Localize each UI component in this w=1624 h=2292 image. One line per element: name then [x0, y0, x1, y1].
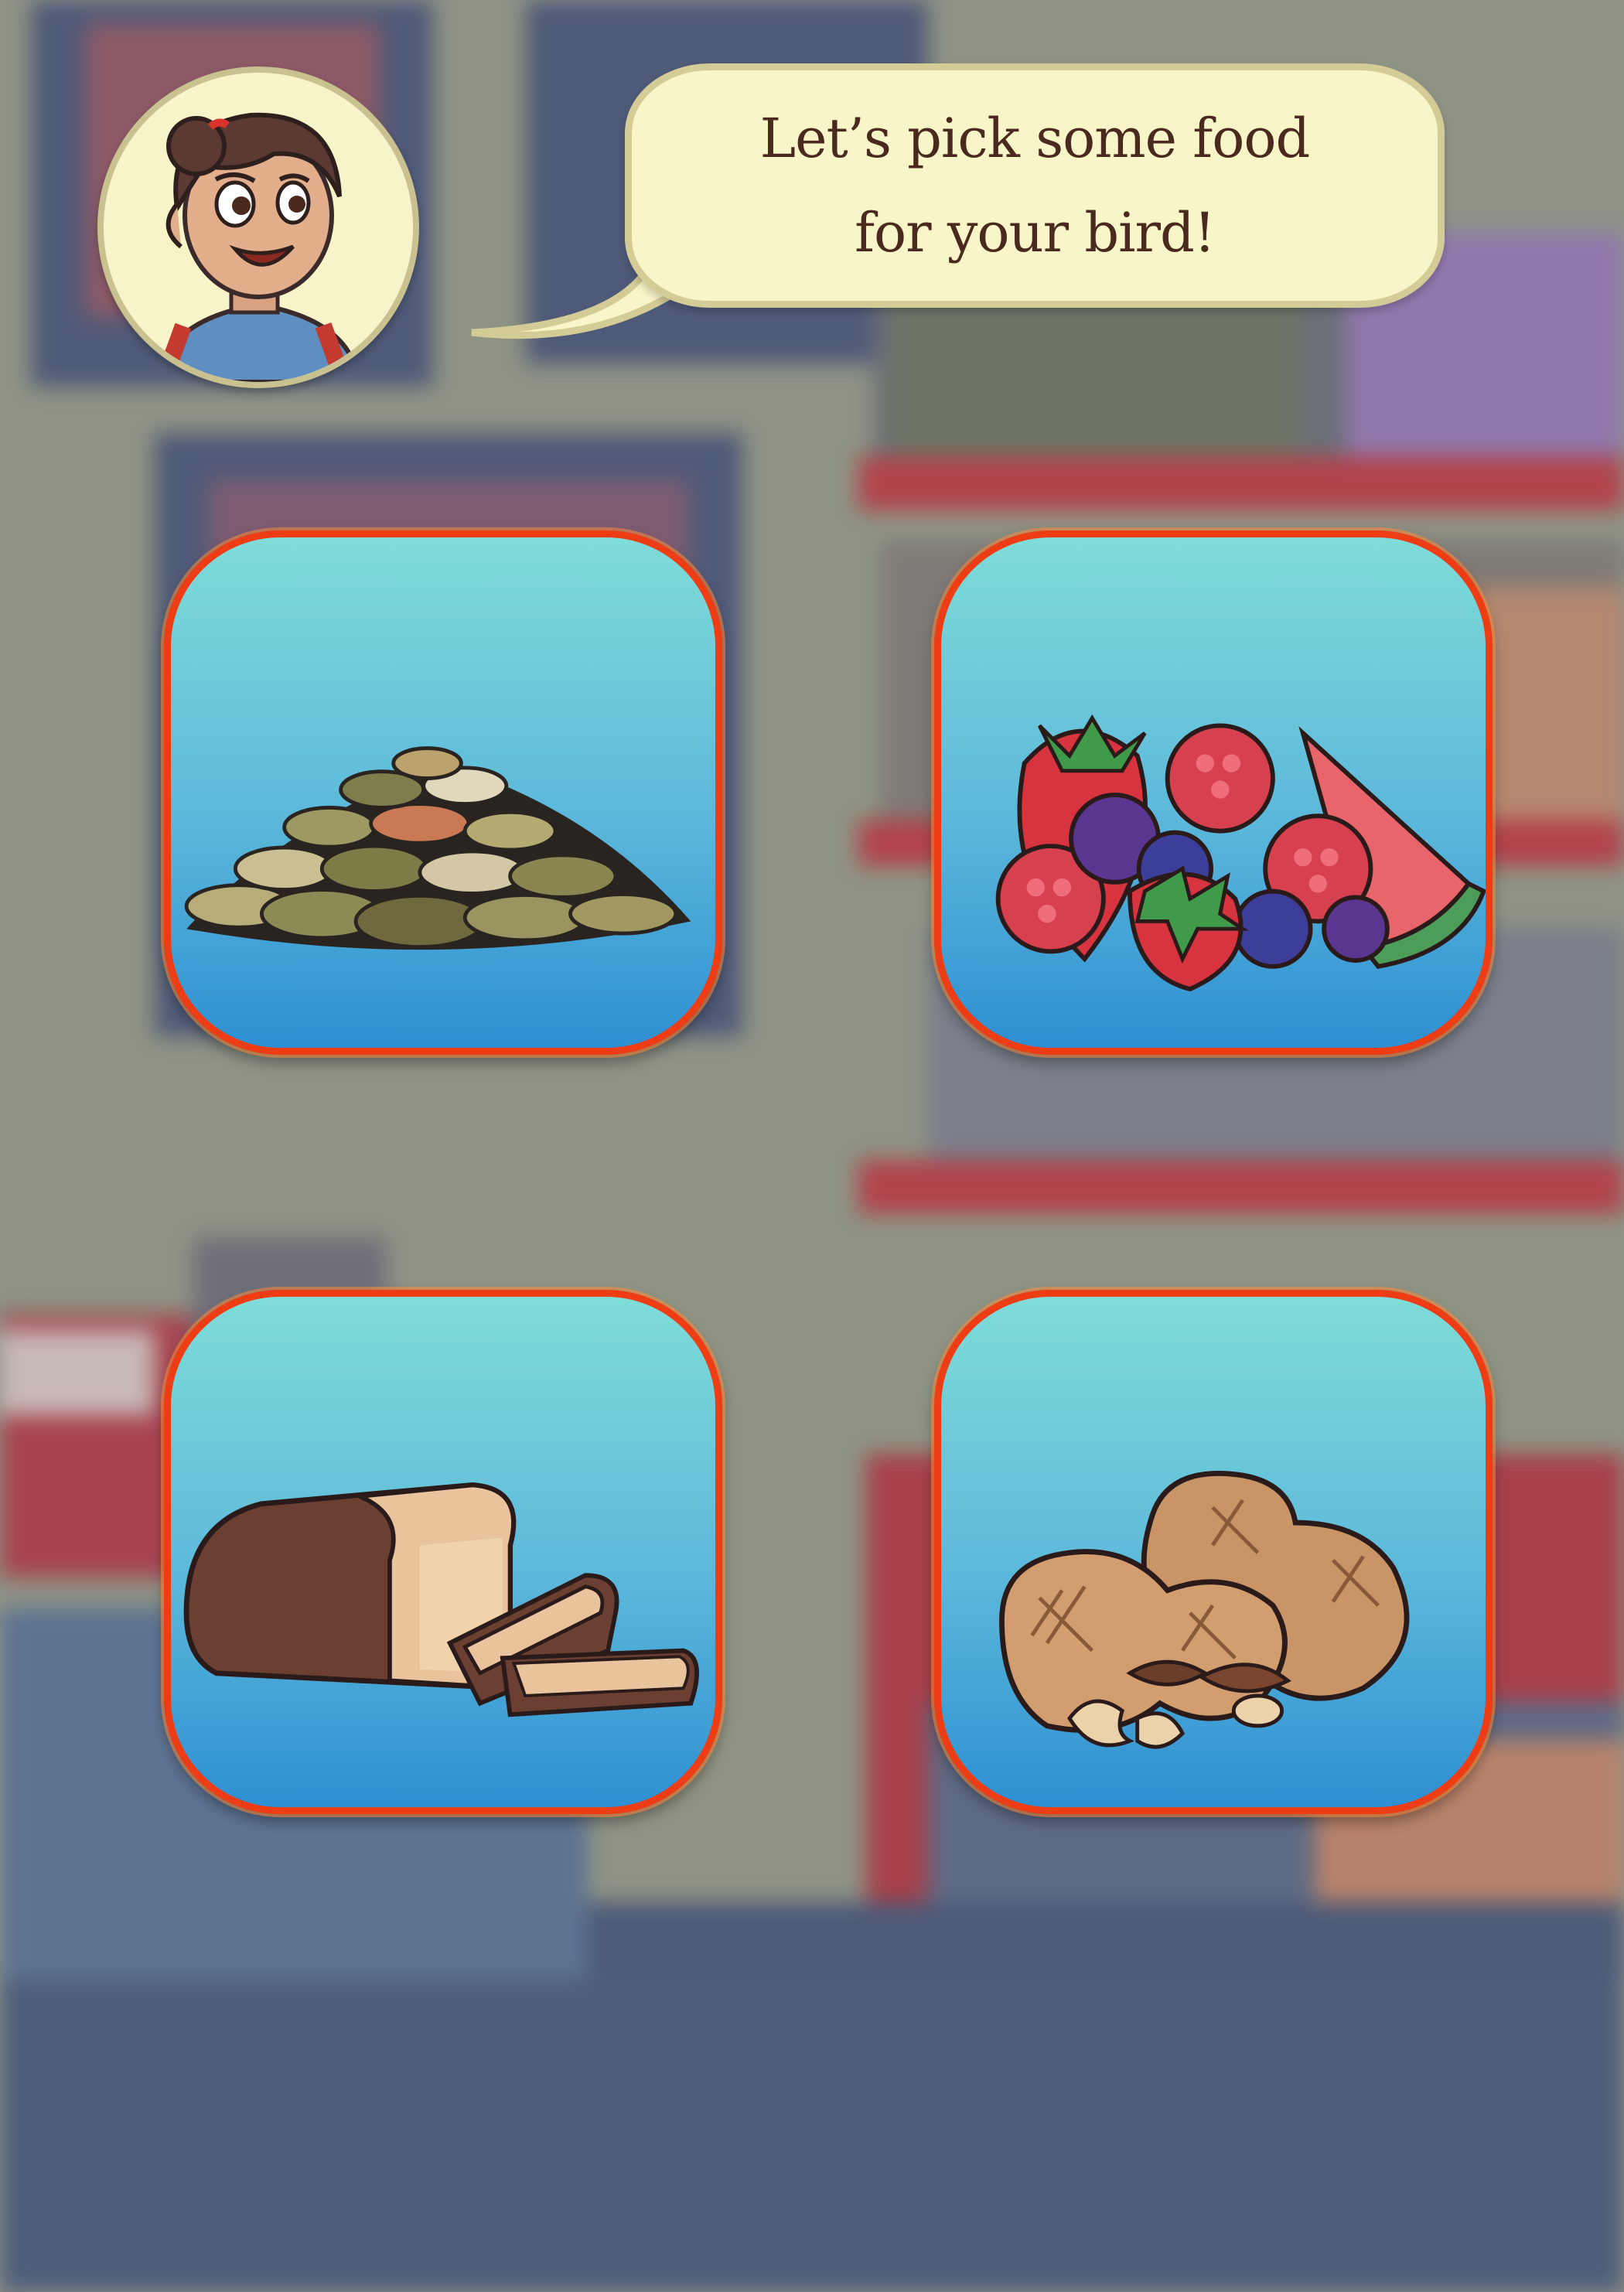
food-option-fruit[interactable]	[934, 530, 1493, 1055]
speech-bubble: Let’s pick some food for your bird!	[625, 63, 1445, 308]
seed-pile-icon	[184, 746, 691, 950]
peanuts-nuts-icon	[999, 1470, 1410, 1749]
bread-loaf-icon	[183, 1482, 699, 1717]
berries-fruit-icon	[995, 714, 1486, 992]
food-option-nuts[interactable]	[934, 1290, 1493, 1814]
girl-host-avatar-icon	[104, 73, 413, 382]
host-avatar	[97, 67, 419, 388]
food-option-seeds[interactable]	[164, 530, 722, 1055]
food-option-bread[interactable]	[164, 1290, 722, 1814]
dialog-text: Let’s pick some food for your bird!	[759, 107, 1311, 264]
